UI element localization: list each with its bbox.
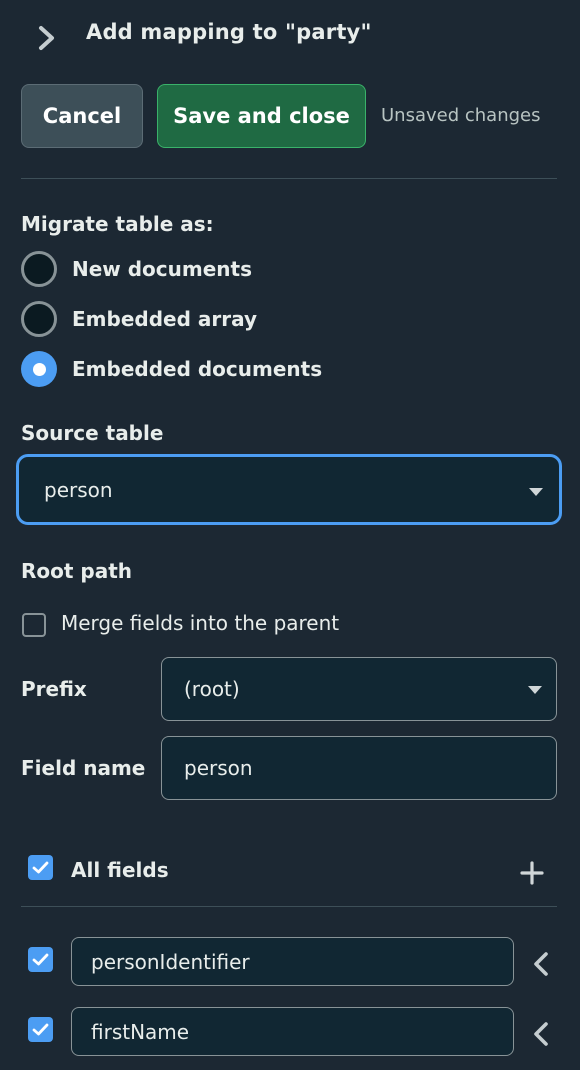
radio-button-selected[interactable] (21, 351, 57, 387)
radio-option-new-documents[interactable]: New documents (21, 251, 252, 287)
add-field-icon[interactable] (519, 860, 545, 886)
all-fields-checkbox[interactable] (28, 855, 53, 880)
merge-fields-label: Merge fields into the parent (61, 611, 340, 635)
radio-label: Embedded array (72, 307, 257, 331)
caret-down-icon (529, 488, 543, 496)
panel-title: Add mapping to "party" (86, 20, 372, 44)
field-input-personIdentifier[interactable]: personIdentifier (71, 937, 514, 986)
radio-button[interactable] (21, 251, 57, 287)
merge-fields-checkbox[interactable] (22, 613, 46, 637)
field-name-input[interactable]: person (161, 736, 557, 800)
radio-button[interactable] (21, 301, 57, 337)
radio-label: New documents (72, 257, 252, 281)
caret-down-icon (528, 686, 542, 694)
cancel-button[interactable]: Cancel (21, 84, 143, 148)
radio-option-embedded-array[interactable]: Embedded array (21, 301, 257, 337)
checkmark-icon (32, 953, 49, 966)
divider (21, 178, 557, 179)
source-table-value: person (44, 477, 113, 502)
prefix-select[interactable]: (root) (161, 657, 557, 721)
unsaved-changes-status: Unsaved changes (381, 105, 541, 126)
chevron-left-icon[interactable] (532, 1021, 550, 1047)
field-name-text: firstName (91, 1019, 190, 1044)
divider (21, 906, 557, 907)
source-table-select[interactable]: person (16, 454, 562, 525)
field-input-firstName[interactable]: firstName (71, 1007, 514, 1056)
radio-label: Embedded documents (72, 357, 323, 381)
all-fields-label: All fields (71, 858, 169, 882)
radio-option-embedded-documents[interactable]: Embedded documents (21, 351, 322, 387)
chevron-right-icon[interactable] (36, 24, 58, 52)
root-path-label: Root path (21, 559, 133, 583)
save-and-close-button[interactable]: Save and close (157, 84, 366, 148)
migrate-label: Migrate table as: (21, 212, 214, 236)
field-name-label: Field name (21, 756, 146, 780)
field-name-text: personIdentifier (91, 949, 250, 974)
checkmark-icon (32, 1023, 49, 1036)
field-checkbox-firstName[interactable] (28, 1017, 53, 1042)
prefix-label: Prefix (21, 677, 87, 701)
field-checkbox-personIdentifier[interactable] (28, 947, 53, 972)
field-name-value: person (184, 756, 253, 780)
chevron-left-icon[interactable] (532, 951, 550, 977)
checkmark-icon (32, 861, 49, 874)
prefix-value: (root) (184, 677, 240, 701)
source-table-label: Source table (21, 421, 164, 445)
